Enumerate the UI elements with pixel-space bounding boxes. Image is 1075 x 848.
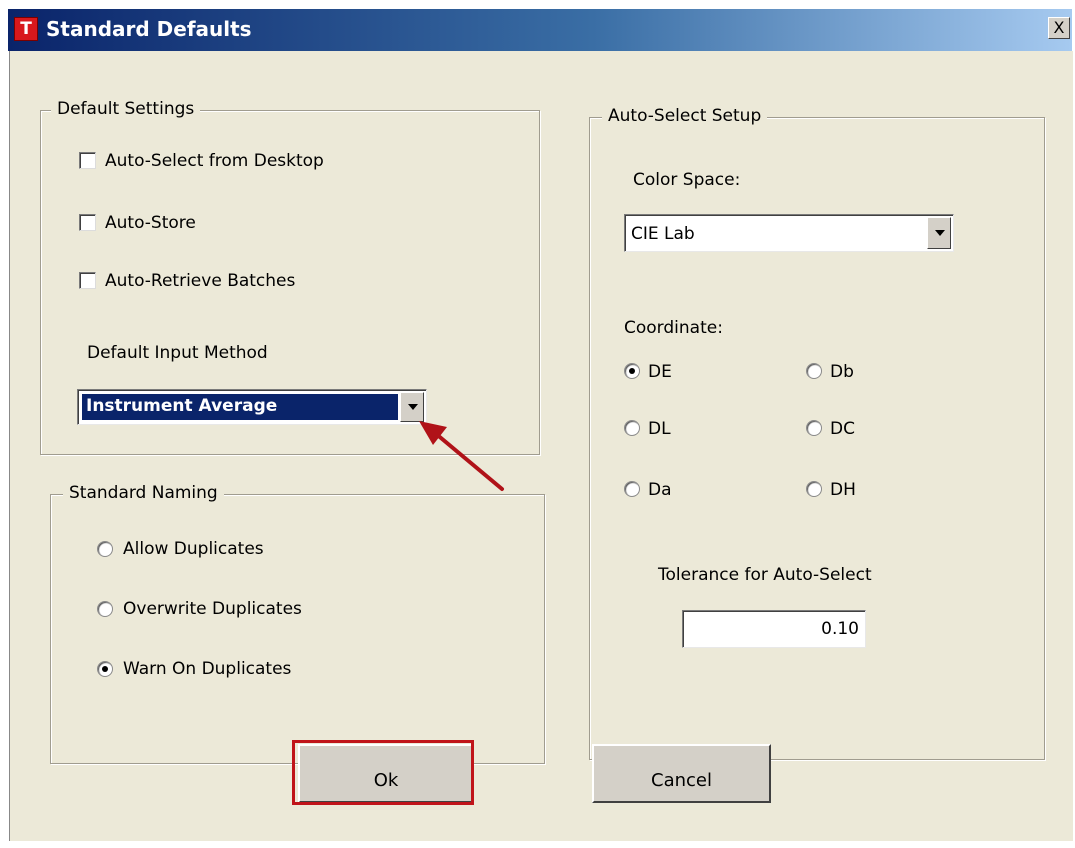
auto-retrieve-batches-checkbox[interactable] [79, 272, 96, 289]
allow-duplicates-radio[interactable] [97, 541, 113, 557]
warn-on-duplicates-label[interactable]: Warn On Duplicates [123, 659, 291, 679]
coordinate-radio-dc[interactable] [806, 420, 822, 436]
default-settings-group: Default Settings Auto-Select from Deskto… [40, 99, 540, 455]
default-settings-legend: Default Settings [51, 99, 201, 119]
allow-duplicates-label[interactable]: Allow Duplicates [123, 539, 264, 559]
chevron-down-icon [935, 230, 945, 236]
coordinate-label-de[interactable]: DE [648, 362, 672, 382]
cancel-button[interactable]: Cancel [592, 744, 771, 803]
warn-on-duplicates-radio[interactable] [97, 661, 113, 677]
tolerance-value: 0.10 [821, 619, 859, 639]
ok-button-highlight [292, 740, 474, 805]
tolerance-input[interactable]: 0.10 [682, 610, 866, 648]
color-space-dropdown-button[interactable] [927, 217, 951, 249]
coordinate-label-dh[interactable]: DH [830, 480, 856, 500]
tolerance-label: Tolerance for Auto-Select [658, 565, 872, 585]
close-icon: X [1053, 18, 1065, 37]
chevron-down-icon [408, 404, 418, 410]
auto-store-checkbox[interactable] [79, 214, 96, 231]
auto-select-desktop-label[interactable]: Auto-Select from Desktop [105, 151, 324, 171]
coordinate-radio-dl[interactable] [624, 420, 640, 436]
title-bar[interactable]: T Standard Defaults X [8, 9, 1072, 51]
overwrite-duplicates-label[interactable]: Overwrite Duplicates [123, 599, 302, 619]
color-space-label: Color Space: [633, 170, 741, 190]
coordinate-label-dl[interactable]: DL [648, 419, 671, 439]
cancel-button-label: Cancel [651, 770, 712, 791]
close-button[interactable]: X [1048, 17, 1070, 39]
coordinate-radio-de[interactable] [624, 363, 640, 379]
window-title: Standard Defaults [46, 17, 252, 41]
standard-naming-legend: Standard Naming [63, 483, 224, 503]
auto-store-label[interactable]: Auto-Store [105, 213, 196, 233]
standard-defaults-dialog: T Standard Defaults X Default Settings A… [0, 0, 1075, 848]
color-space-value: CIE Lab [631, 224, 695, 244]
dialog-client-area: Default Settings Auto-Select from Deskto… [9, 51, 1073, 841]
coordinate-radio-da[interactable] [624, 481, 640, 497]
overwrite-duplicates-radio[interactable] [97, 601, 113, 617]
coordinate-label: Coordinate: [624, 318, 723, 338]
standard-naming-group: Standard Naming Allow Duplicates Overwri… [50, 483, 545, 764]
window-bottom-edge [8, 842, 1072, 848]
coordinate-radio-dh[interactable] [806, 481, 822, 497]
auto-select-setup-legend: Auto-Select Setup [602, 106, 768, 126]
color-space-select[interactable]: CIE Lab [624, 214, 954, 252]
coordinate-label-da[interactable]: Da [648, 480, 672, 500]
auto-select-desktop-checkbox[interactable] [79, 152, 96, 169]
default-input-method-select[interactable]: Instrument Average [77, 389, 427, 425]
coordinate-label-db[interactable]: Db [830, 362, 854, 382]
app-logo-icon: T [14, 17, 38, 41]
auto-retrieve-batches-label[interactable]: Auto-Retrieve Batches [105, 271, 295, 291]
annotation-arrow-icon [419, 421, 504, 491]
coordinate-radio-db[interactable] [806, 363, 822, 379]
coordinate-label-dc[interactable]: DC [830, 419, 855, 439]
default-input-method-value: Instrument Average [82, 394, 398, 420]
default-input-method-label: Default Input Method [87, 343, 268, 363]
auto-select-setup-group: Auto-Select Setup Color Space: CIE Lab C… [589, 106, 1045, 760]
